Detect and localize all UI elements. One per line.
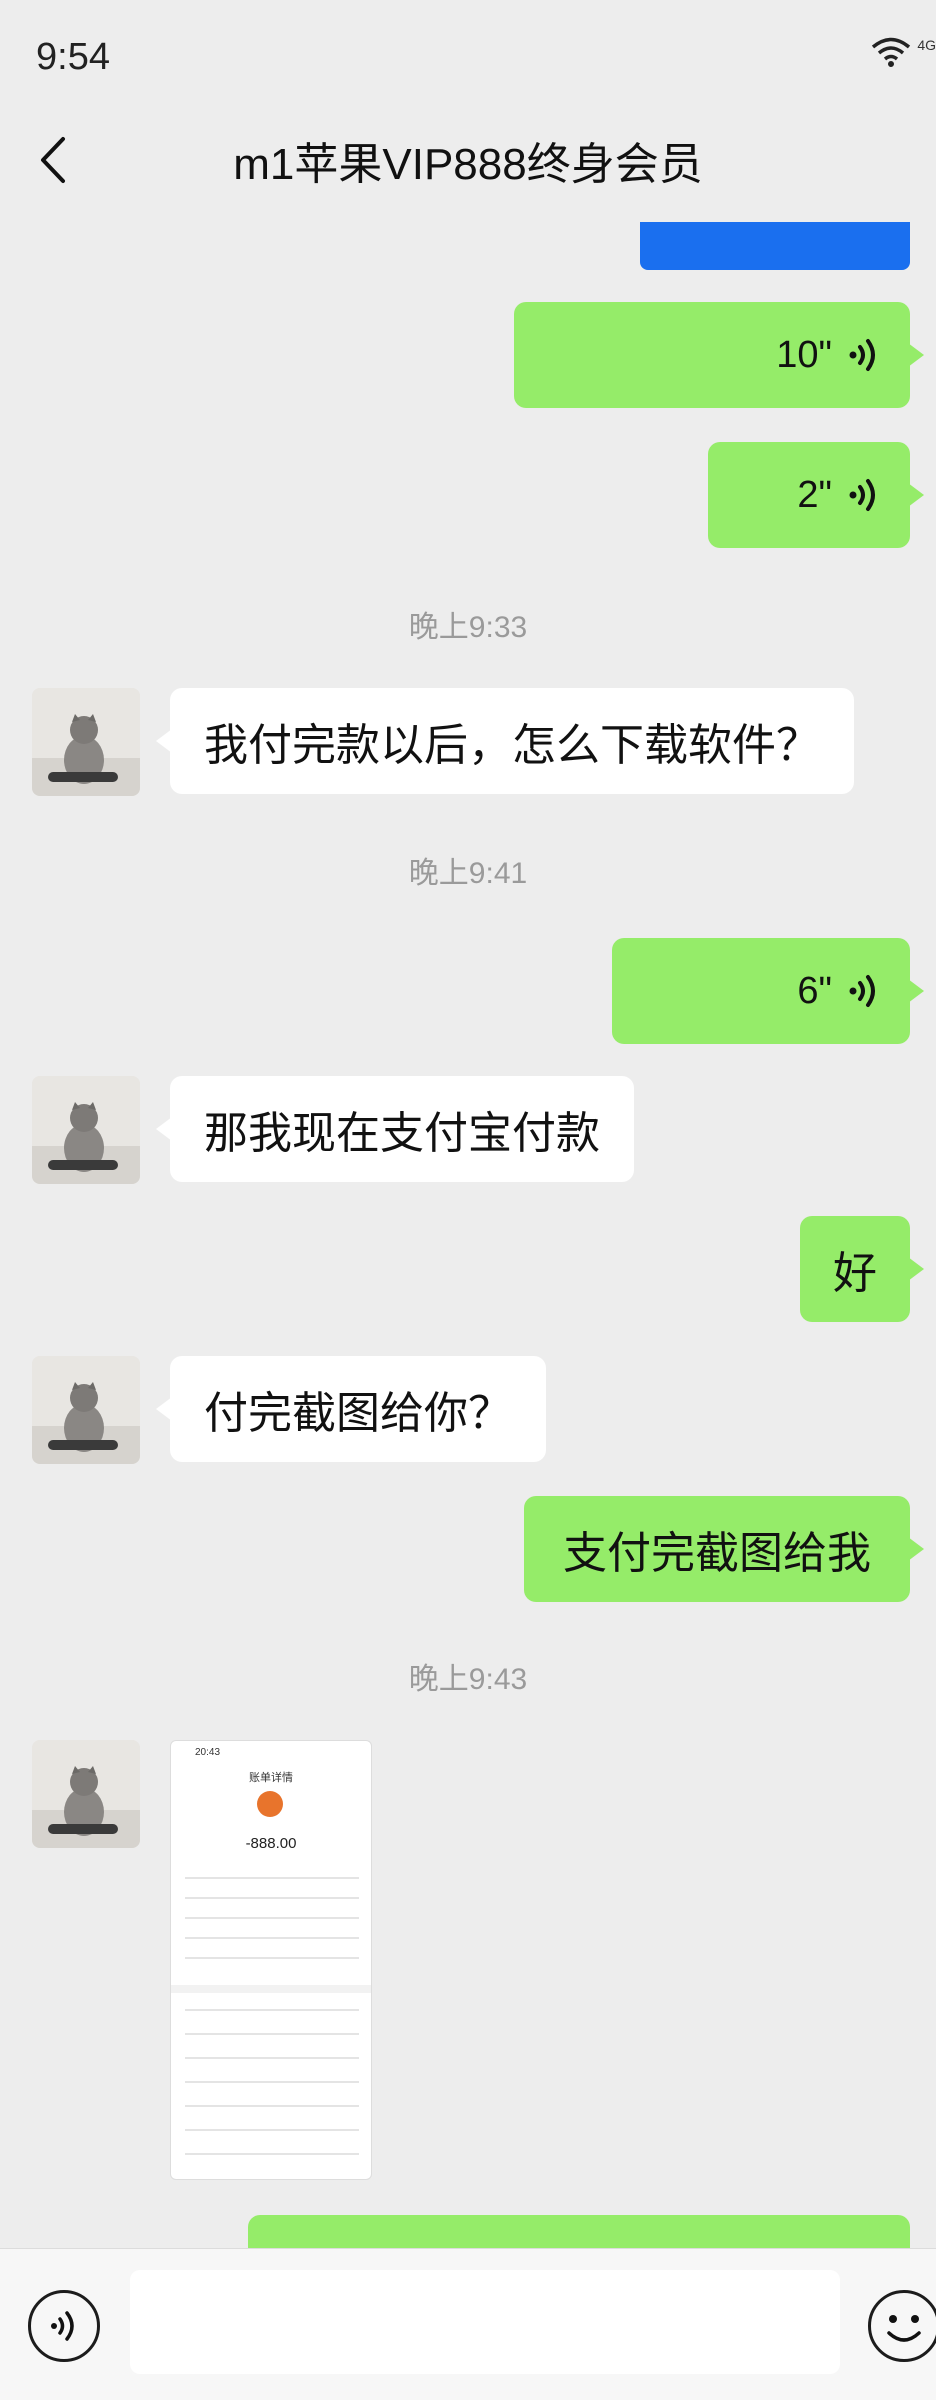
message-text: 支付完截图给我 bbox=[563, 1529, 871, 1578]
cat-avatar-image bbox=[32, 1356, 140, 1464]
voice-message[interactable]: 10" bbox=[514, 302, 924, 408]
voice-message[interactable]: 2" bbox=[708, 442, 924, 548]
voice-wave-icon bbox=[849, 975, 875, 1007]
screenshot-title: 账单详情 bbox=[249, 1772, 293, 1784]
wifi-icon bbox=[872, 37, 911, 67]
avatar[interactable] bbox=[32, 688, 140, 796]
detail-line bbox=[185, 2033, 359, 2035]
screenshot-amount: -888.00 bbox=[245, 1835, 297, 1852]
status-icons: 4G bbox=[871, 36, 936, 68]
cut-off-message bbox=[640, 222, 910, 270]
detail-line bbox=[185, 2153, 359, 2155]
voice-input-icon bbox=[51, 2311, 74, 2341]
payment-logo-icon bbox=[257, 1791, 283, 1817]
screenshot-time: 20:43 bbox=[195, 1747, 221, 1758]
voice-duration: 6" bbox=[797, 969, 832, 1012]
detail-line bbox=[185, 1957, 359, 1959]
message-text: 那我现在支付宝付款 bbox=[204, 1109, 600, 1158]
detail-line bbox=[185, 2009, 359, 2011]
message-timestamp: 晚上9:33 bbox=[408, 611, 528, 644]
detail-line bbox=[185, 1937, 359, 1939]
message-text: 好 bbox=[833, 1249, 877, 1298]
cat-avatar-image bbox=[32, 1740, 140, 1848]
detail-line bbox=[185, 2081, 359, 2083]
detail-line bbox=[185, 2105, 359, 2107]
voice-message[interactable]: 6" bbox=[612, 938, 924, 1044]
incoming-message[interactable]: 我付完款以后，怎么下载软件？ bbox=[156, 688, 854, 794]
message-input[interactable] bbox=[130, 2270, 840, 2374]
status-time: 9:54 bbox=[36, 36, 110, 78]
voice-input-button[interactable] bbox=[28, 2290, 100, 2362]
outgoing-message[interactable]: 支付完截图给我 bbox=[524, 1496, 924, 1602]
detail-line bbox=[185, 2057, 359, 2059]
message-timestamp: 晚上9:43 bbox=[408, 1663, 528, 1696]
emoji-button[interactable] bbox=[868, 2290, 936, 2362]
cat-avatar-image bbox=[32, 1076, 140, 1184]
payment-screenshot-image[interactable]: 20:43 账单详情 -888.00 bbox=[170, 1740, 372, 2180]
outgoing-message[interactable]: 好 bbox=[800, 1216, 924, 1322]
voice-wave-icon bbox=[849, 479, 875, 511]
detail-line bbox=[185, 1877, 359, 1879]
avatar[interactable] bbox=[32, 1356, 140, 1464]
message-text: 我付完款以后，怎么下载软件？ bbox=[204, 721, 820, 770]
voice-duration: 2" bbox=[797, 473, 832, 516]
avatar[interactable] bbox=[32, 1740, 140, 1848]
incoming-message[interactable]: 那我现在支付宝付款 bbox=[156, 1076, 634, 1182]
cat-avatar-image bbox=[32, 688, 140, 796]
message-text: 付完截图给你？ bbox=[204, 1389, 512, 1438]
chat-title: m1苹果VIP888终身会员 bbox=[233, 140, 703, 189]
detail-line bbox=[185, 2129, 359, 2131]
detail-line bbox=[185, 1897, 359, 1899]
emoji-icon bbox=[887, 2315, 921, 2342]
network-type: 4G bbox=[917, 37, 936, 53]
section-divider bbox=[171, 1985, 371, 1993]
avatar[interactable] bbox=[32, 1076, 140, 1184]
incoming-message[interactable]: 付完截图给你？ bbox=[156, 1356, 546, 1462]
message-timestamp: 晚上9:41 bbox=[408, 857, 528, 890]
detail-line bbox=[185, 1917, 359, 1919]
voice-wave-icon bbox=[849, 339, 875, 371]
voice-duration: 10" bbox=[776, 333, 832, 376]
